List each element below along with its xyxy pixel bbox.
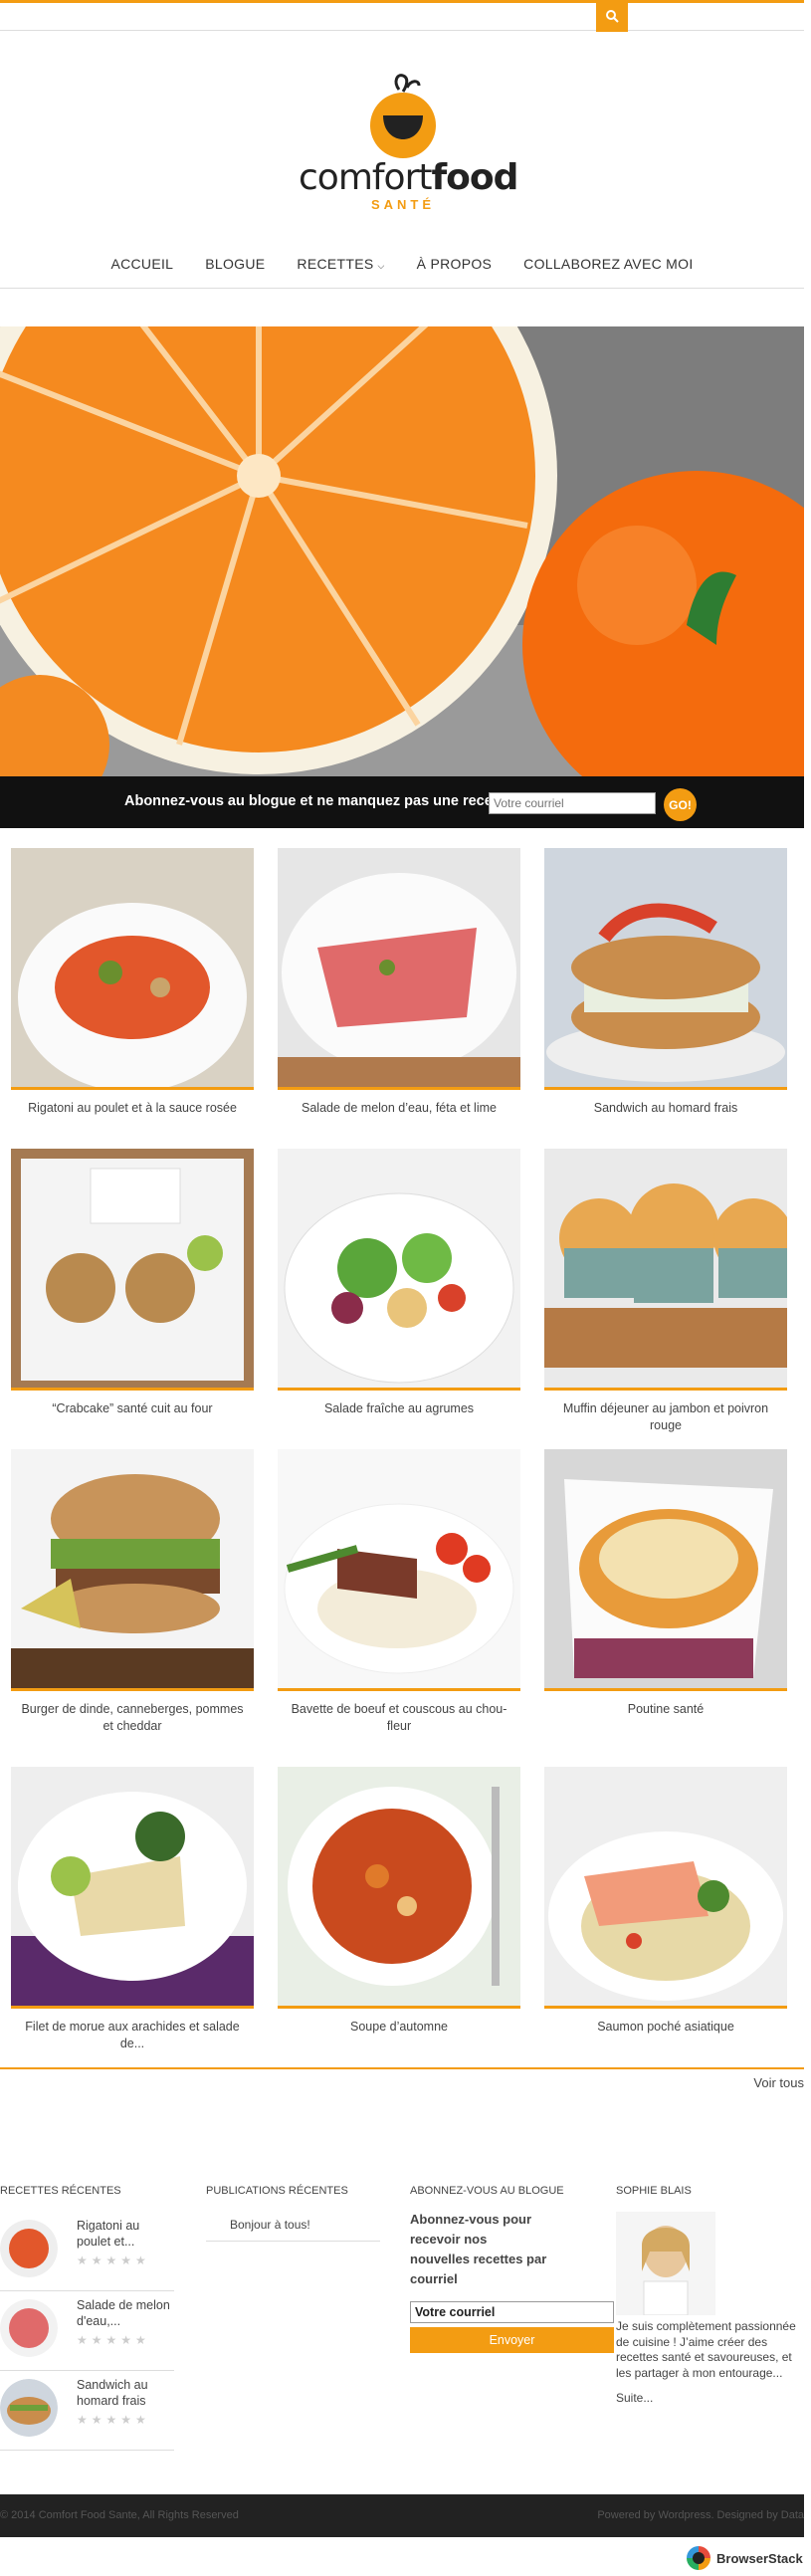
recipe-card[interactable]: Sandwich au homard frais: [544, 848, 787, 1117]
chevron-down-icon: ⌵: [377, 261, 385, 271]
subscribe-bar: Abonnez-vous au blogue et ne manquez pas…: [0, 776, 804, 828]
recipe-image[interactable]: [11, 1449, 254, 1691]
site-logo[interactable]: comfortfood SANTÉ: [299, 70, 518, 212]
recipe-card[interactable]: Salade fraîche au agrumes: [278, 1149, 520, 1417]
recipe-image[interactable]: [544, 1767, 787, 2009]
recipe-card[interactable]: Saumon poché asiatique: [544, 1767, 787, 2036]
rating-stars[interactable]: ★★★★★: [77, 2333, 150, 2347]
recipe-thumbnail[interactable]: [0, 2299, 58, 2357]
recipe-image[interactable]: [544, 1149, 787, 1391]
credits-text: Powered by Wordpress. Designed by Data: [597, 2509, 804, 2521]
hero-image: [0, 326, 804, 776]
rating-stars[interactable]: ★★★★★: [77, 2254, 150, 2267]
recent-recipes-list: Rigatoni au poulet et... ★★★★★ Salade de…: [0, 2212, 174, 2451]
bowl-logo-icon: [370, 74, 436, 158]
subscribe-widget-heading: ABONNEZ-VOUS AU BLOGUE: [410, 2185, 564, 2197]
recipe-card[interactable]: Soupe d’automne: [278, 1767, 520, 2036]
recipe-card[interactable]: Poutine santé: [544, 1449, 787, 1718]
citrus-hero-graphic: [0, 326, 804, 776]
recent-recipes-heading: RECETTES RÉCENTES: [0, 2185, 121, 2197]
nav-item-accueil[interactable]: ACCUEIL: [95, 256, 189, 272]
recipe-card[interactable]: Muffin déjeuner au jambon et poivron rou…: [544, 1149, 787, 1434]
recipe-card[interactable]: Burger de dinde, canneberges, pommes et …: [11, 1449, 254, 1735]
subscribe-email-input[interactable]: [489, 792, 656, 814]
rating-stars[interactable]: ★★★★★: [77, 2413, 150, 2427]
copyright-text: © 2014 Comfort Food Sante, All Rights Re…: [0, 2509, 239, 2521]
list-item[interactable]: Sandwich au homard frais ★★★★★: [0, 2371, 174, 2451]
recipe-image[interactable]: [11, 1149, 254, 1391]
author-heading: SOPHIE BLAIS: [616, 2185, 692, 2197]
recipe-card[interactable]: “Crabcake” santé cuit au four: [11, 1149, 254, 1417]
recipe-title[interactable]: Sandwich au homard frais: [544, 1100, 787, 1117]
main-nav: ACCUEIL BLOGUE RECETTES ⌵ À PROPOS COLLAB…: [0, 244, 804, 289]
top-divider: [0, 30, 804, 31]
subscribe-widget: Abonnez-vous pour recevoir nos nouvelles…: [410, 2210, 614, 2353]
voir-tous-bar: Voir tous: [0, 2067, 804, 2090]
recipe-image[interactable]: [11, 1767, 254, 2009]
top-accent-rule: [0, 0, 804, 3]
search-button[interactable]: [596, 0, 628, 32]
recipe-title[interactable]: Rigatoni au poulet et à la sauce rosée: [11, 1100, 254, 1117]
nav-item-a-propos[interactable]: À PROPOS: [401, 256, 508, 272]
subscribe-message: Abonnez-vous au blogue et ne manquez pas…: [124, 793, 515, 809]
search-icon: [606, 10, 619, 23]
browserstack-label: BrowserStack: [716, 2550, 803, 2566]
nav-item-collaborez[interactable]: COLLABOREZ AVEC MOI: [507, 256, 709, 272]
recipe-link[interactable]: Sandwich au homard frais: [77, 2377, 176, 2409]
recipe-image[interactable]: [278, 848, 520, 1090]
recipe-link[interactable]: Rigatoni au poulet et...: [77, 2218, 176, 2250]
list-item[interactable]: Salade de melon d'eau,... ★★★★★: [0, 2291, 174, 2371]
recipe-thumbnail[interactable]: [0, 2220, 58, 2277]
recipe-image[interactable]: [544, 848, 787, 1090]
site-footer: © 2014 Comfort Food Sante, All Rights Re…: [0, 2494, 804, 2537]
subscribe-widget-email-input[interactable]: [410, 2301, 614, 2323]
recipe-image[interactable]: [11, 848, 254, 1090]
recipe-image[interactable]: [278, 1767, 520, 2009]
recipe-card[interactable]: Bavette de boeuf et couscous au chou-fle…: [278, 1449, 520, 1735]
nav-item-recettes[interactable]: RECETTES ⌵: [281, 256, 400, 272]
envoyer-button[interactable]: Envoyer: [410, 2327, 614, 2353]
author-bio: Je suis complètement passionnée de cuisi…: [616, 2319, 796, 2380]
recipe-card[interactable]: Rigatoni au poulet et à la sauce rosée: [11, 848, 254, 1117]
logo-subtitle: SANTÉ: [370, 197, 436, 212]
recipe-link[interactable]: Salade de melon d'eau,...: [77, 2297, 176, 2329]
recipe-title[interactable]: Muffin déjeuner au jambon et poivron rou…: [544, 1400, 787, 1434]
top-bar: [0, 0, 804, 40]
recipe-title[interactable]: Saumon poché asiatique: [544, 2019, 787, 2036]
author-photo: [616, 2212, 715, 2315]
recipe-card[interactable]: Filet de morue aux arachides et salade d…: [11, 1767, 254, 2052]
nav-item-blogue[interactable]: BLOGUE: [189, 256, 281, 272]
publication-link[interactable]: Bonjour à tous!: [230, 2218, 310, 2232]
voir-tous-link[interactable]: Voir tous: [753, 2075, 804, 2090]
recipe-title[interactable]: Poutine santé: [544, 1701, 787, 1718]
author-widget: Je suis complètement passionnée de cuisi…: [616, 2212, 805, 2405]
recipe-title[interactable]: “Crabcake” santé cuit au four: [11, 1400, 254, 1417]
recipe-image[interactable]: [278, 1149, 520, 1391]
recipe-image[interactable]: [544, 1449, 787, 1691]
publication-item[interactable]: Bonjour à tous!: [206, 2212, 380, 2242]
subscribe-go-button[interactable]: GO!: [664, 788, 697, 821]
page: comfortfood SANTÉ ACCUEIL BLOGUE RECETTE…: [0, 0, 811, 2576]
subscribe-widget-text: Abonnez-vous pour recevoir nos nouvelles…: [410, 2212, 547, 2286]
logo-wordmark: comfortfood: [299, 157, 518, 198]
recipe-title[interactable]: Soupe d’automne: [278, 2019, 520, 2036]
recipe-title[interactable]: Filet de morue aux arachides et salade d…: [11, 2019, 254, 2052]
browserstack-logo-icon: [687, 2546, 710, 2570]
recipe-thumbnail[interactable]: [0, 2379, 58, 2437]
recipe-title[interactable]: Burger de dinde, canneberges, pommes et …: [11, 1701, 254, 1735]
recipe-title[interactable]: Salade fraîche au agrumes: [278, 1400, 520, 1417]
recipe-image[interactable]: [278, 1449, 520, 1691]
recipe-title[interactable]: Salade de melon d’eau, féta et lime: [278, 1100, 520, 1117]
recent-publications-heading: PUBLICATIONS RÉCENTES: [206, 2185, 348, 2197]
recipe-title[interactable]: Bavette de boeuf et couscous au chou-fle…: [278, 1701, 520, 1735]
list-item[interactable]: Rigatoni au poulet et... ★★★★★: [0, 2212, 174, 2291]
author-more-link[interactable]: Suite...: [616, 2391, 805, 2405]
recipe-card[interactable]: Salade de melon d’eau, féta et lime: [278, 848, 520, 1117]
browserstack-badge: BrowserStack: [687, 2544, 811, 2572]
